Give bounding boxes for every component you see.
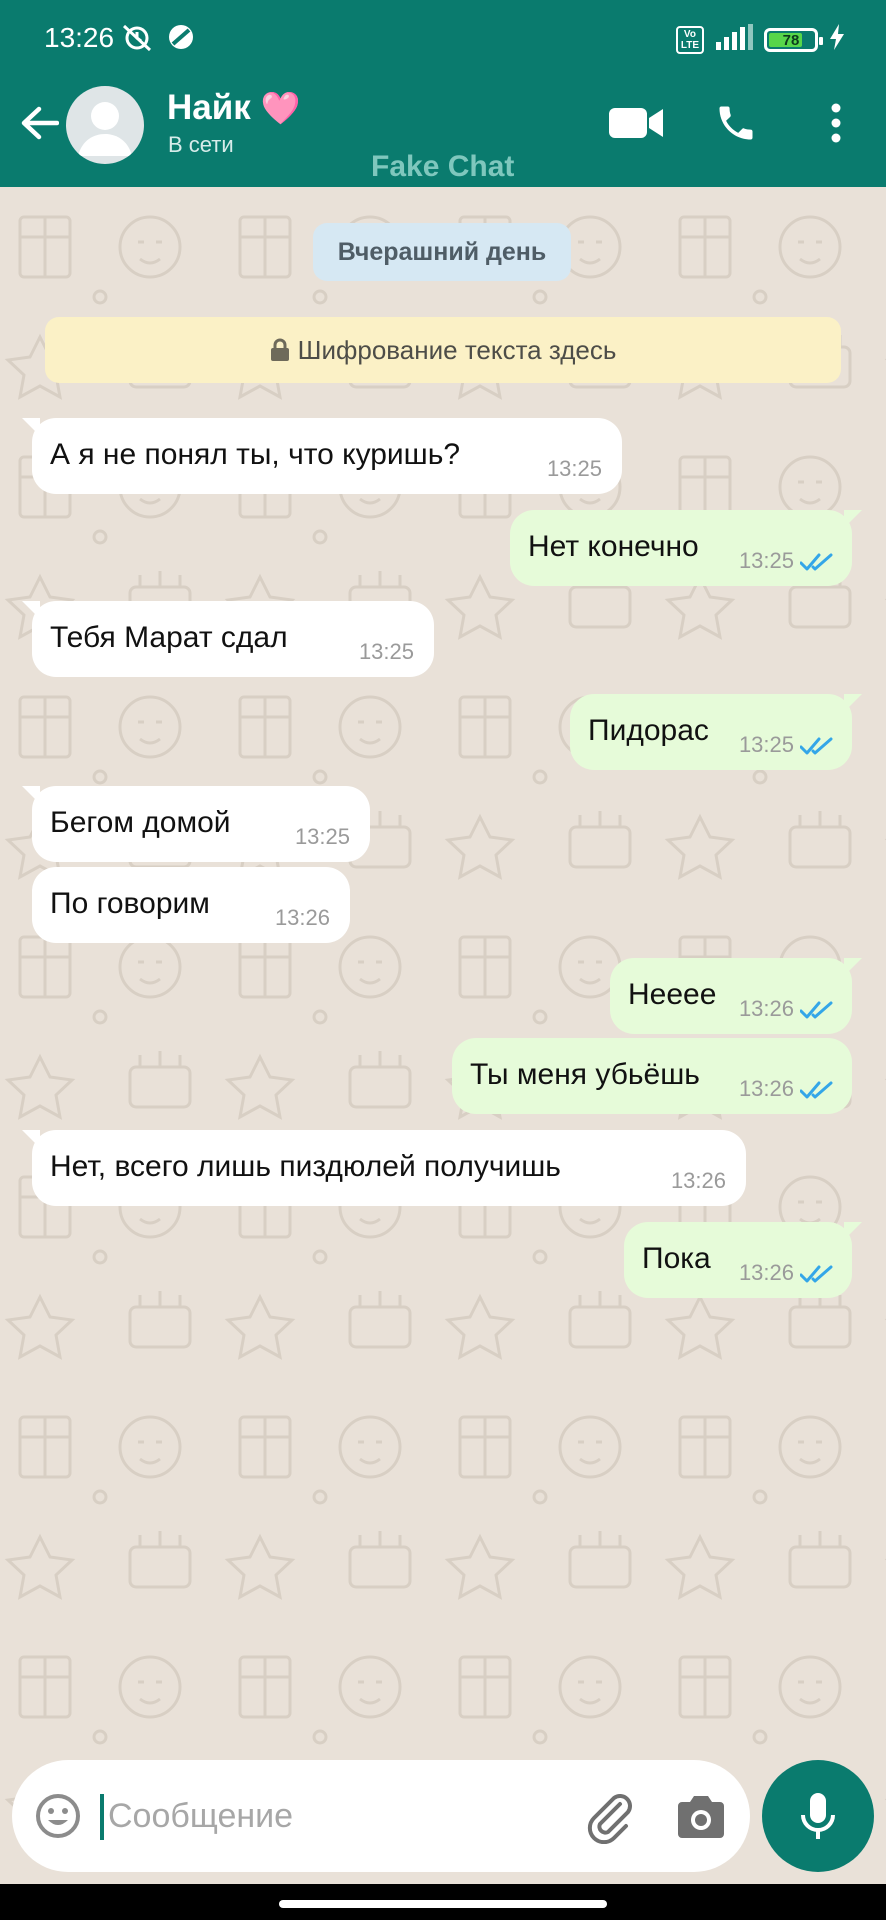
encryption-notice[interactable]: Шифрование текста здесь [45, 317, 841, 383]
message-time: 13:26 [274, 905, 330, 930]
more-options-button[interactable] [806, 98, 866, 148]
voice-call-button[interactable] [706, 98, 766, 148]
status-icons-left [120, 22, 196, 57]
text-cursor [100, 1794, 104, 1840]
contact-name-text: Найк [167, 88, 251, 127]
message-text: Неееe [628, 978, 717, 1011]
message-bubble-incoming[interactable]: Бегом домой 13:25 [22, 786, 370, 862]
message-text: Тебя Марат сдал [50, 621, 288, 654]
read-receipt-icon [800, 553, 833, 571]
volte-icon: Vo LTE [675, 25, 704, 54]
read-receipt-icon [800, 1265, 833, 1283]
message-time: 13:26 [738, 996, 794, 1021]
default-avatar-icon [78, 102, 132, 156]
voice-record-button[interactable] [762, 1760, 874, 1872]
message-text: Нет конечно [528, 530, 699, 563]
system-nav-bar [0, 1884, 886, 1920]
app-header: 13:26 Vo LTE 78 Найк 🩷 В сети Fake Chat [0, 0, 886, 187]
message-time: 13:25 [738, 732, 794, 757]
message-bubble-outgoing[interactable]: Нет конечно 13:25 [510, 510, 862, 586]
charging-icon [828, 24, 846, 55]
contact-avatar[interactable] [66, 86, 144, 164]
home-gesture-handle[interactable] [279, 1900, 607, 1908]
message-time: 13:26 [738, 1260, 794, 1285]
message-bubble-incoming[interactable]: А я не понял ты, что куришь? 13:25 [22, 418, 622, 494]
alarm-off-icon [120, 22, 154, 57]
lock-icon [270, 338, 289, 361]
message-time: 13:25 [294, 824, 350, 849]
battery-icon: 78 [764, 27, 823, 52]
message-time: 13:25 [546, 456, 602, 481]
message-bubble-outgoing[interactable]: Пидорас 13:25 [570, 694, 862, 770]
message-bubble-incoming[interactable]: По говорим 13:26 [32, 867, 350, 943]
date-separator: Вчерашний день [313, 223, 571, 281]
message-text: Бегом домой [50, 806, 231, 839]
pink-heart-emoji: 🩷 [260, 90, 301, 126]
signal-icon [714, 24, 754, 55]
message-bubble-incoming[interactable]: Нет, всего лишь пиздюлей получишь 13:26 [22, 1130, 746, 1206]
read-receipt-icon [800, 1081, 833, 1099]
message-bubble-outgoing[interactable]: Пока 13:26 [624, 1222, 862, 1298]
message-time: 13:25 [358, 639, 414, 664]
back-button[interactable] [14, 98, 64, 148]
attach-icon[interactable] [582, 1790, 636, 1844]
back-arrow-icon [21, 106, 59, 140]
video-call-button[interactable] [606, 98, 666, 148]
message-text: Нет, всего лишь пиздюлей получишь [50, 1150, 561, 1183]
presence-status: В сети [168, 132, 234, 157]
contact-name[interactable]: Найк 🩷 [167, 88, 301, 128]
do-not-disturb-icon [166, 22, 196, 57]
read-receipt-icon [800, 737, 833, 755]
message-text: Пока [642, 1242, 711, 1275]
camera-icon[interactable] [674, 1792, 728, 1842]
video-call-icon [609, 108, 663, 138]
message-text: Ты меня убьёшь [470, 1058, 700, 1091]
message-text: По говорим [50, 887, 210, 920]
mic-icon [801, 1793, 835, 1839]
message-time: 13:26 [670, 1168, 726, 1193]
phone-icon [719, 106, 753, 140]
more-vert-icon [831, 103, 841, 143]
read-receipt-icon [800, 1001, 833, 1019]
status-bar: 13:26 Vo LTE 78 [0, 0, 886, 78]
message-text: Пидорас [588, 714, 709, 747]
chat-app-bar: Найк 🩷 В сети Fake Chat [0, 78, 886, 187]
status-time: 13:26 [44, 22, 115, 53]
chat-area[interactable]: Вчерашний день Шифрование текста здесь А… [0, 187, 886, 1920]
message-bubble-incoming[interactable]: Тебя Марат сдал 13:25 [22, 601, 434, 677]
message-bubble-outgoing[interactable]: Ты меня убьёшь 13:26 [452, 1038, 852, 1114]
message-time: 13:25 [738, 548, 794, 573]
message-bubble-outgoing[interactable]: Неееe 13:26 [610, 958, 862, 1034]
message-text: А я не понял ты, что куришь? [50, 438, 461, 471]
message-composer [12, 1760, 750, 1872]
message-input[interactable] [108, 1790, 528, 1842]
battery-percent: 78 [782, 31, 800, 49]
message-time: 13:26 [738, 1076, 794, 1101]
status-icons-right: Vo LTE 78 [675, 24, 846, 55]
encryption-notice-text: Шифрование текста здесь [297, 334, 617, 365]
watermark-text: Fake Chat [371, 150, 515, 183]
emoji-icon[interactable] [34, 1792, 82, 1840]
